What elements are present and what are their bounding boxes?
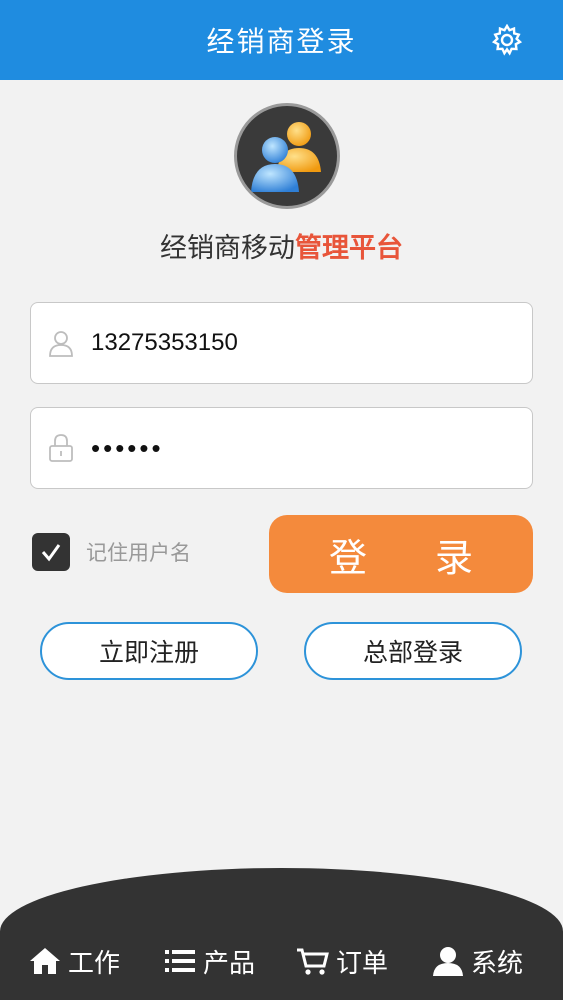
nav-item-system[interactable]: 系统 [431, 943, 523, 980]
platform-title: 经销商移动管理平台 [0, 226, 563, 265]
gear-icon[interactable] [491, 23, 523, 56]
remember-checkbox[interactable] [32, 533, 70, 571]
nav-label: 工作 [68, 948, 121, 979]
password-field[interactable] [30, 407, 533, 489]
username-input[interactable] [91, 313, 511, 373]
username-field[interactable] [30, 302, 533, 384]
platform-title-normal: 经销商移动 [160, 233, 295, 264]
nav-item-order[interactable]: 订单 [296, 943, 388, 980]
hq-login-button[interactable]: 总部登录 [304, 622, 522, 680]
list-icon [163, 944, 197, 978]
user-icon [35, 302, 87, 384]
nav-label: 产品 [203, 948, 256, 979]
users-icon [234, 103, 340, 209]
nav-label: 系统 [471, 948, 524, 979]
nav-item-work[interactable]: 工作 [28, 943, 120, 980]
login-button[interactable]: 登 录 [269, 515, 533, 593]
cart-icon [296, 944, 330, 978]
platform-title-highlight: 管理平台 [295, 233, 403, 264]
remember-label: 记住用户名 [86, 541, 191, 565]
page-title: 经销商登录 [206, 25, 357, 58]
remember-username[interactable]: 记住用户名 [32, 532, 191, 572]
top-bar: 经销商登录 [0, 0, 563, 80]
home-icon [28, 944, 62, 978]
register-button[interactable]: 立即注册 [40, 622, 258, 680]
password-input[interactable] [91, 418, 511, 478]
bottom-nav: 工作 产品 订单 系统 [0, 930, 563, 992]
person-icon [431, 944, 465, 978]
nav-item-product[interactable]: 产品 [163, 943, 255, 980]
nav-label: 订单 [336, 948, 389, 979]
lock-icon [35, 407, 87, 489]
